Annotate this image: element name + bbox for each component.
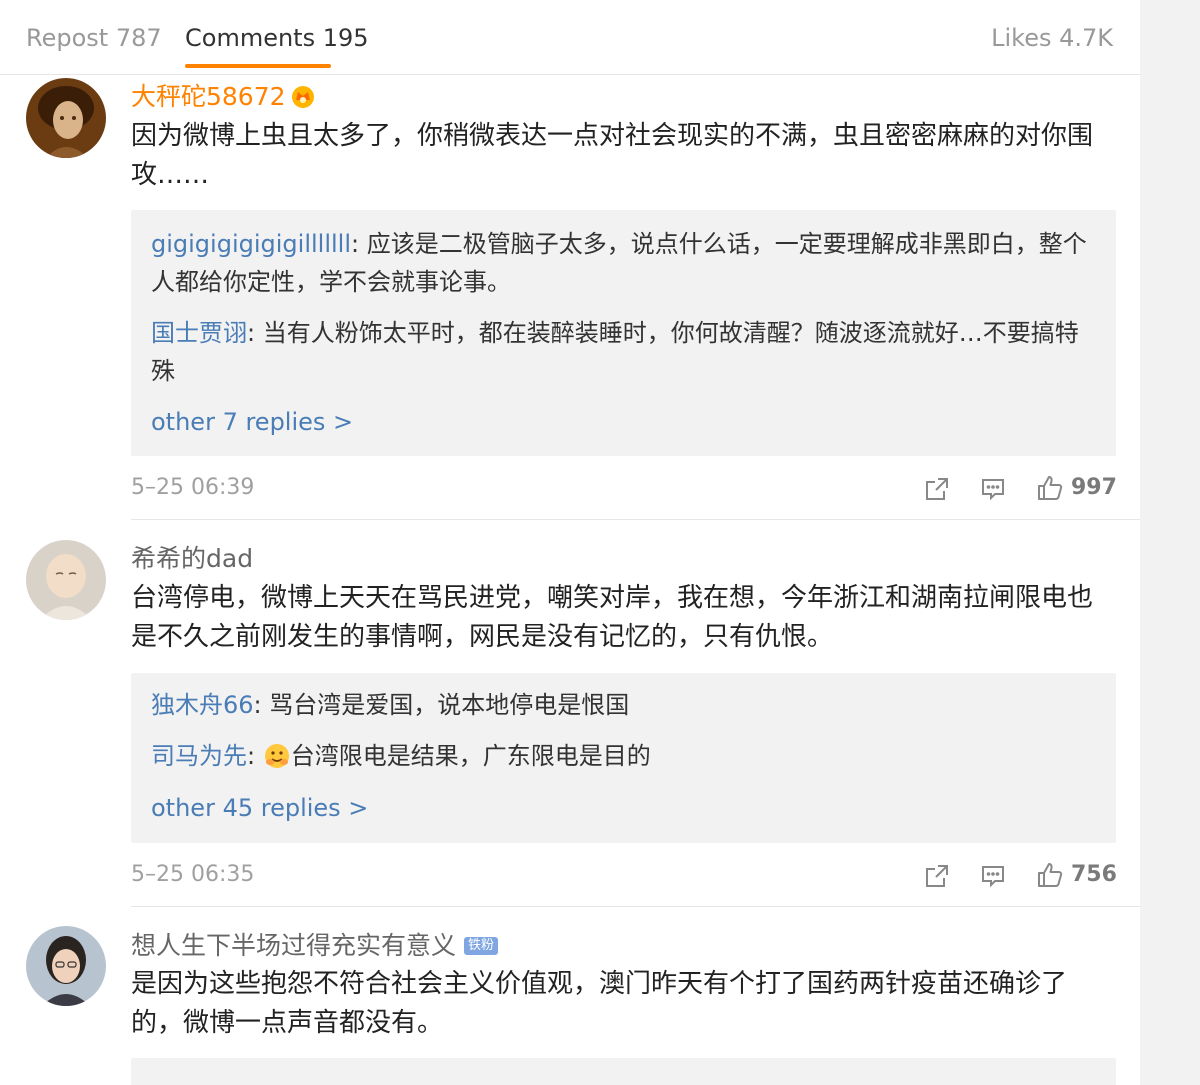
reply-box: gigigigigigigilllllll: 应该是二极管脑子太多，说点什么话，… [131, 210, 1116, 456]
avatar[interactable] [26, 926, 106, 1006]
tab-repost[interactable]: Repost 787 [26, 22, 162, 54]
comment-timestamp: 5–25 06:35 [131, 862, 255, 887]
reply-username[interactable]: 司马为先 [151, 742, 247, 770]
reply-text: : 骂台湾是爱国，说本地停电是恨国 [253, 691, 630, 719]
comment-username[interactable]: 希希的dad [131, 541, 253, 576]
avatar[interactable] [26, 78, 106, 158]
reply-colon: : [247, 742, 263, 770]
tab-likes[interactable]: Likes 4.7K [991, 22, 1113, 54]
tab-comments[interactable]: Comments 195 [185, 22, 369, 54]
reply-username[interactable]: 国士贾诩 [151, 319, 247, 347]
avatar[interactable] [26, 540, 106, 620]
reply-username[interactable]: gigigigigigigilllllll [151, 230, 351, 258]
share-icon[interactable] [924, 863, 950, 889]
comment-text: 台湾停电，微博上天天在骂民进党，嘲笑对岸，我在想，今年浙江和湖南拉闸限电也是不久… [131, 583, 1094, 652]
fan-badge: 铁粉 [464, 937, 499, 955]
hug-face-emoji-icon [263, 742, 291, 770]
active-tab-indicator [185, 64, 331, 68]
more-replies-link[interactable]: other 45 replies > [151, 792, 368, 824]
thumbs-up-icon[interactable] [1036, 474, 1063, 500]
reply-text: : 当有人粉饰太平时，都在装醉装睡时，你何故清醒？随波逐流就好…不要搞特殊 [151, 319, 1079, 385]
reply-item[interactable]: 国士贾诩: 当有人粉饰太平时，都在装醉装睡时，你何故清醒？随波逐流就好…不要搞特… [151, 314, 1091, 390]
reply-item[interactable]: gigigigigigigilllllll: 应该是二极管脑子太多，说点什么话，… [151, 225, 1091, 301]
comment-divider [131, 519, 1140, 520]
reply-item[interactable]: 司马为先: 台湾限电是结果，广东限电是目的 [151, 737, 1091, 775]
comment-username[interactable]: 大秤砣58672 [131, 79, 316, 114]
thumbs-up-icon[interactable] [1036, 861, 1063, 887]
reply-comment-icon[interactable] [980, 476, 1006, 502]
like-count: 756 [1071, 862, 1117, 887]
tab-bar: Repost 787 Comments 195 Likes 4.7K [0, 0, 1140, 75]
reply-box: 独木舟66: 骂台湾是爱国，说本地停电是恨国 司马为先: 台湾限电是结果，广东限… [131, 673, 1116, 843]
like-count: 997 [1071, 475, 1117, 500]
comment-text: 因为微博上虫且太多了，你稍微表达一点对社会现实的不满，虫且密密麻麻的对你围攻…… [131, 121, 1094, 190]
comment-username[interactable]: 想人生下半场过得充实有意义 铁粉 [131, 928, 499, 963]
comments-panel: Repost 787 Comments 195 Likes 4.7K 大秤砣58… [0, 0, 1140, 1085]
reply-text: 台湾限电是结果，广东限电是目的 [290, 742, 651, 770]
reply-comment-icon[interactable] [980, 863, 1006, 889]
share-icon[interactable] [924, 476, 950, 502]
comment-divider [131, 906, 1140, 907]
reply-username[interactable]: 独木舟66 [151, 691, 254, 719]
more-replies-link[interactable]: other 7 replies > [151, 406, 353, 438]
crown-vip-icon [290, 84, 316, 110]
reply-box [131, 1058, 1116, 1085]
comment-timestamp: 5–25 06:39 [131, 475, 255, 500]
comment-text: 是因为这些抱怨不符合社会主义价值观，澳门昨天有个打了国药两针疫苗还确诊了的，微博… [131, 969, 1068, 1038]
reply-item[interactable]: 独木舟66: 骂台湾是爱国，说本地停电是恨国 [151, 686, 1091, 724]
